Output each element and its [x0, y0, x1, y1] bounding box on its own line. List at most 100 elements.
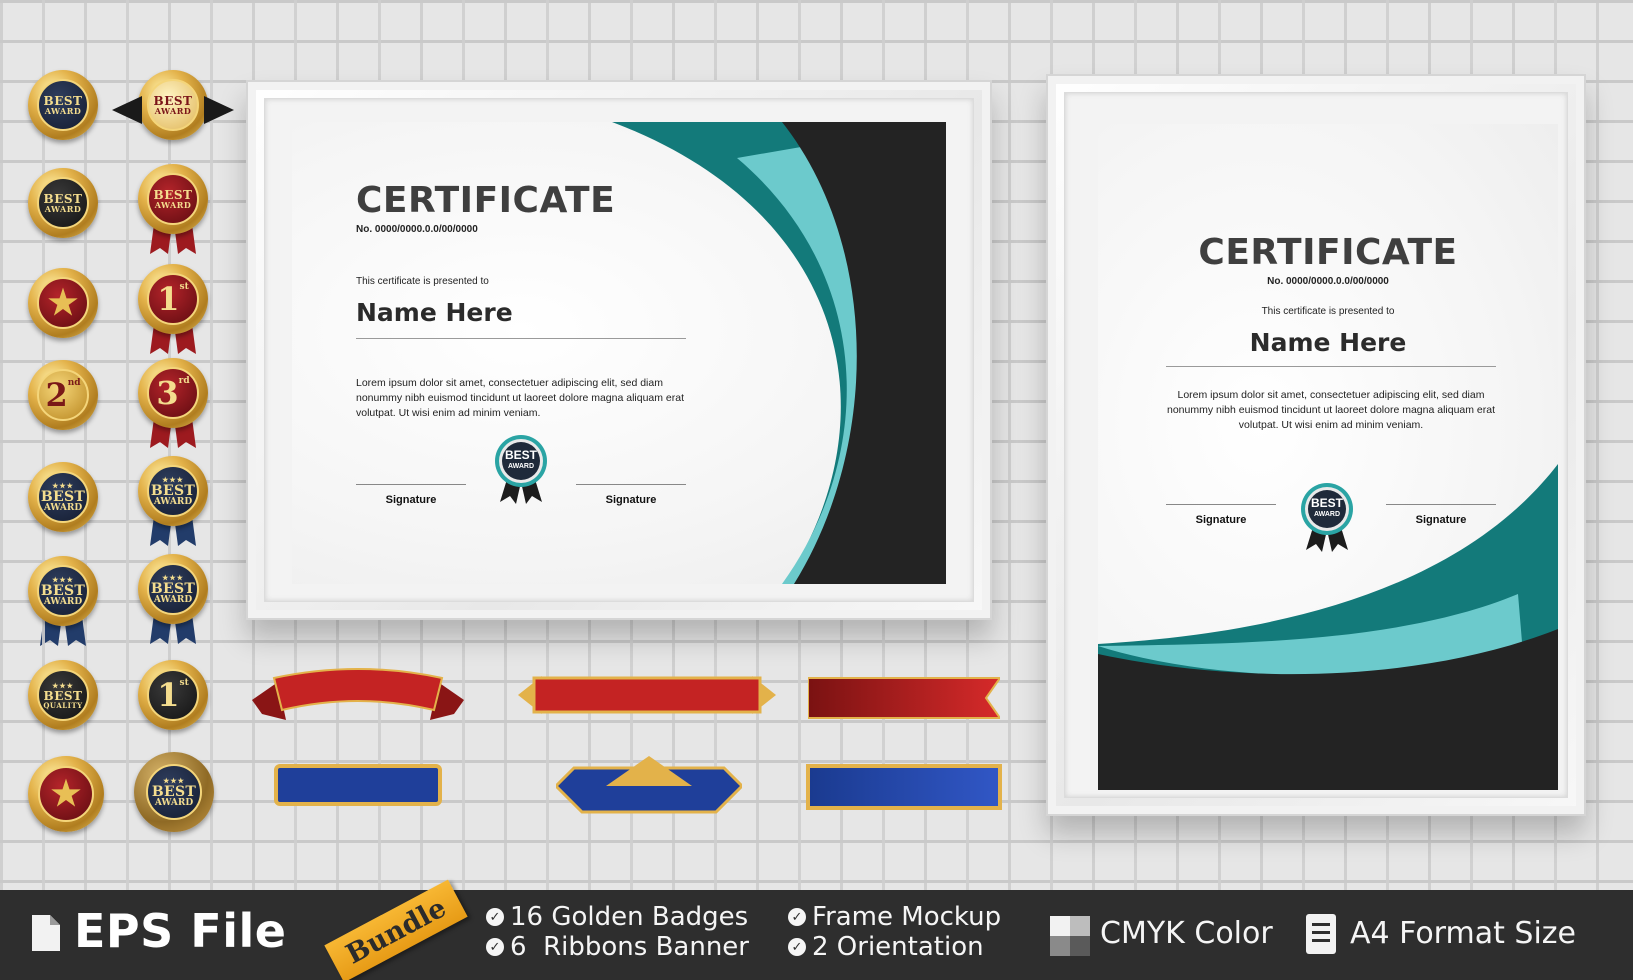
feature-orientation-label: 2 Orientation [812, 932, 984, 962]
landscape-signature-line-left [356, 484, 466, 485]
file-icon [32, 915, 60, 951]
star-badge-red: ★ [28, 268, 98, 338]
badge-first-number: 1 [157, 280, 180, 318]
landscape-recipient-name: Name Here [356, 298, 513, 327]
stars-icon: ★★★ [52, 680, 74, 690]
landscape-signature-left: Signature [385, 494, 437, 506]
footer-bar: EPS File Bundle ✓ 16 Golden Badges ✓ 6 R… [0, 879, 1633, 980]
portrait-wave-decoration [1098, 464, 1558, 790]
badge-award-text: AWARD [153, 496, 193, 507]
stars-icon: ★★★ [163, 775, 185, 785]
blue-ribbon-tails [150, 516, 196, 546]
seal-line2: AWARD [1313, 511, 1341, 518]
portrait-signature-right: Signature [1415, 514, 1467, 526]
black-ribbon-tail-left [112, 96, 142, 124]
best-award-badge-navy-ribbon-2: ★★★ BEST AWARD [138, 554, 208, 644]
blue-gradient-banner [806, 764, 1002, 810]
stars-icon: ★★★ [52, 574, 74, 584]
badge-award-text: AWARD [43, 502, 83, 513]
portrait-body-text: Lorem ipsum dolor sit amet, consectetuer… [1166, 389, 1496, 431]
check-icon: ✓ [788, 938, 806, 956]
badge-quality-text: QUALITY [43, 700, 83, 710]
landscape-presented-text: This certificate is presented to [356, 276, 489, 287]
portrait-signature-line-right [1386, 504, 1496, 505]
blue-gold-banner [274, 764, 442, 806]
badge-award-text: AWARD [154, 797, 194, 808]
badge-best-text: BEST [150, 482, 196, 499]
best-quality-badge: ★★★ BEST QUALITY [28, 660, 98, 730]
portrait-certificate-number: No. 0000/0000.0.0/00/0000 [1267, 276, 1389, 287]
red-ribbon-tails [150, 224, 196, 254]
check-icon: ✓ [486, 938, 504, 956]
star-icon: ★ [50, 774, 82, 814]
feature-frame-mockup-label: Frame Mockup [812, 902, 1002, 932]
badge-award-text: AWARD [154, 106, 192, 116]
landscape-best-award-seal: BEST AWARD [490, 434, 552, 506]
landscape-certificate-title: CERTIFICATE [356, 180, 616, 221]
star-icon: ★ [47, 283, 79, 323]
badge-second-number: 2 [45, 376, 68, 414]
third-place-badge-red: 3rd [138, 358, 208, 448]
feature-golden-badges-label: 16 Golden Badges [510, 902, 749, 932]
badge-award-text: AWARD [44, 204, 82, 214]
badge-first-suffix: st [179, 282, 189, 292]
badge-second-suffix: nd [67, 378, 81, 388]
check-icon: ✓ [788, 908, 806, 926]
badge-third-suffix: rd [178, 376, 190, 386]
badge-first-suffix: st [179, 678, 189, 688]
best-award-badge-navy: BEST AWARD [28, 70, 98, 140]
badge-best-text: BEST [151, 783, 197, 800]
red-ribbon-tails [150, 418, 196, 448]
portrait-signature-line-left [1166, 504, 1276, 505]
red-ribbon-tails [150, 324, 196, 354]
first-place-badge-red: 1st [138, 264, 208, 354]
first-place-badge-black: 1st [138, 660, 208, 730]
landscape-signature-right: Signature [605, 494, 657, 506]
portrait-best-award-seal: BEST AWARD [1296, 482, 1358, 554]
eps-file-title: EPS File [74, 904, 287, 958]
blue-gold-chevron-ribbon [556, 756, 742, 814]
portrait-recipient-name: Name Here [1249, 328, 1407, 357]
portrait-certificate-paper: CERTIFICATE No. 0000/0000.0.0/00/0000 Th… [1098, 124, 1558, 790]
feature-golden-badges: ✓ 16 Golden Badges [486, 902, 748, 932]
blue-ribbon-tails [150, 614, 196, 644]
badge-first-number: 1 [157, 676, 180, 714]
check-icon: ✓ [486, 908, 504, 926]
badge-award-text: AWARD [153, 594, 193, 605]
badge-best-text: BEST [43, 688, 83, 703]
best-award-badge-navy-blue-ribbon: ★★★ BEST AWARD [138, 456, 208, 546]
portrait-presented-text: This certificate is presented to [1261, 306, 1395, 317]
landscape-body-text: Lorem ipsum dolor sit amet, consectetuer… [356, 377, 685, 419]
badge-award-text: AWARD [43, 596, 83, 607]
best-award-badge-navy-stars: ★★★ BEST AWARD [28, 462, 98, 532]
stars-icon: ★★★ [162, 474, 184, 484]
second-place-badge: 2nd [28, 360, 98, 430]
feature-ribbons-banner-label: 6 Ribbons Banner [510, 932, 749, 962]
landscape-name-underline [356, 338, 686, 339]
best-award-badge-navy-ribbon: ★★★ BEST AWARD [28, 556, 98, 646]
portrait-certificate-frame: CERTIFICATE No. 0000/0000.0.0/00/0000 Th… [1046, 74, 1586, 816]
portrait-certificate-title: CERTIFICATE [1198, 232, 1458, 273]
seal-line1: BEST [1310, 496, 1343, 510]
red-curved-ribbon [252, 668, 464, 720]
feature-frame-mockup: ✓ Frame Mockup [788, 902, 1001, 932]
best-award-badge-black: BEST AWARD [28, 168, 98, 238]
seal-line1: BEST [504, 448, 537, 462]
landscape-certificate-number: No. 0000/0000.0.0/00/0000 [356, 224, 478, 235]
badge-best-text: BEST [150, 580, 196, 597]
cmyk-color-label: CMYK Color [1100, 916, 1273, 951]
badge-award-text: AWARD [44, 106, 82, 116]
portrait-signature-left: Signature [1195, 514, 1247, 526]
best-award-laurel-badge: ★★★ BEST AWARD [134, 752, 214, 832]
cmyk-swatch-icon [1050, 916, 1090, 956]
stars-icon: ★★★ [162, 572, 184, 582]
feature-ribbons-banner: ✓ 6 Ribbons Banner [486, 932, 749, 962]
a4-format-label: A4 Format Size [1350, 916, 1576, 951]
badge-best-text: BEST [40, 582, 86, 599]
badge-award-text: AWARD [154, 200, 192, 210]
blue-ribbon-tails [40, 616, 86, 646]
badge-third-number: 3 [156, 374, 179, 412]
landscape-certificate-paper: CERTIFICATE No. 0000/0000.0.0/00/0000 Th… [292, 122, 946, 584]
black-ribbon-tail-right [204, 96, 234, 124]
portrait-name-underline [1166, 366, 1496, 367]
